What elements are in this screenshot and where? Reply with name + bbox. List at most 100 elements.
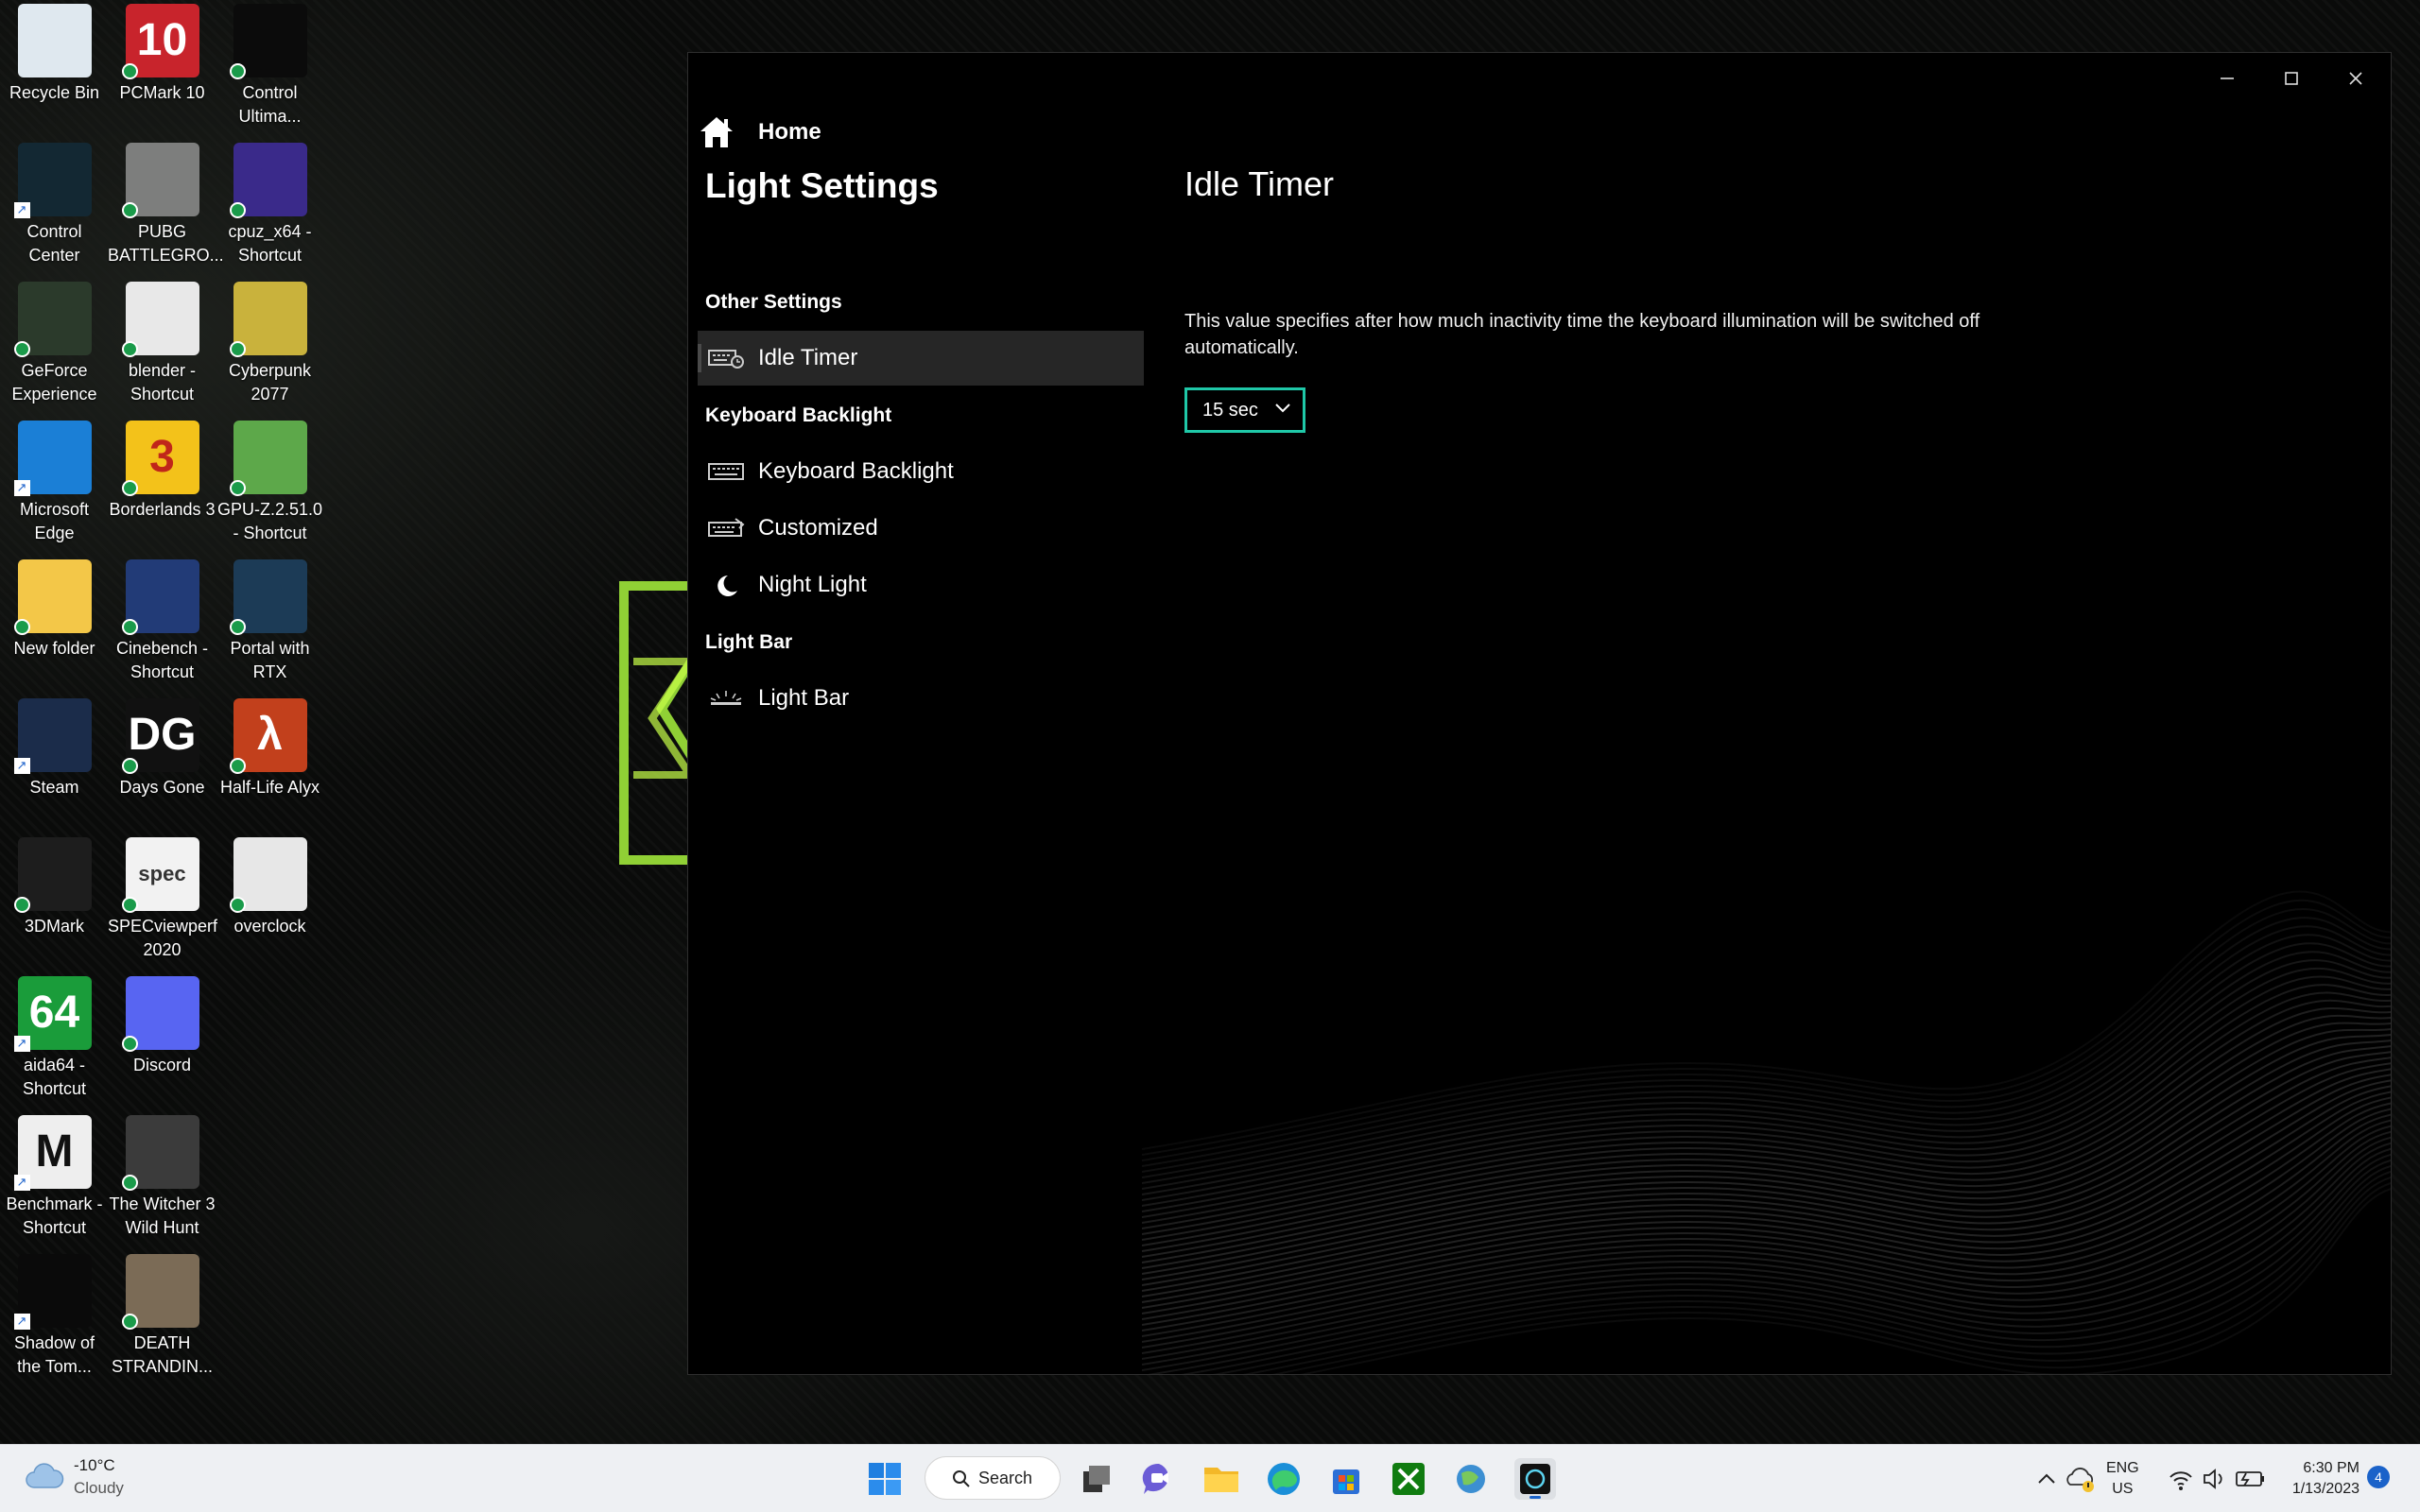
nav-item-customized[interactable]: Customized [698,501,1144,556]
desktop-shortcut-label: Shadow of the Tom... [13,1333,95,1376]
onedrive-tray-button[interactable] [2065,1462,2097,1496]
desktop-shortcut[interactable]: ↗ Control Center [0,139,109,267]
desktop-shortcut[interactable]: DEATH STRANDIN... [108,1250,216,1379]
desktop-shortcut[interactable]: spec SPECviewperf 2020 [108,833,217,962]
nav-item-keyboard-backlight[interactable]: Keyboard Backlight [698,444,1144,499]
game-app-button[interactable] [1450,1458,1492,1500]
desktop-shortcut[interactable]: DG Days Gone [108,695,216,799]
nav-item-light-bar[interactable]: Light Bar [698,671,1144,726]
nav-item-label: Light Bar [758,685,850,711]
desktop-shortcut[interactable]: λ Half-Life Alyx [216,695,324,799]
desktop-shortcut[interactable]: 64 ↗ aida64 - Shortcut [0,972,109,1101]
quick-settings-button[interactable] [2167,1462,2271,1496]
store-button[interactable] [1325,1458,1367,1500]
desktop-shortcut-label: Control Ultima... [238,83,302,126]
xbox-button[interactable] [1388,1458,1429,1500]
desktop-shortcut[interactable]: PUBG BATTLEGRO... [108,139,224,267]
desktop-shortcut[interactable]: GeForce Experience [0,278,109,406]
discord-icon [121,976,199,1052]
desktop-shortcut[interactable]: The Witcher 3 Wild Hunt [108,1111,216,1240]
shortcut-arrow-icon: ↗ [13,480,30,496]
blender-icon [121,282,199,357]
desktop-shortcut-label: Microsoft Edge [19,500,89,542]
portal-icon [229,559,307,635]
network-volume-battery-icons [2169,1469,2264,1490]
desktop-shortcut[interactable]: 3 Borderlands 3 [108,417,216,522]
page-title: Light Settings [705,166,939,205]
benchmark-icon: M ↗ [13,1115,92,1191]
windows-logo-icon [869,1463,901,1495]
close-icon [2349,72,2362,85]
sync-check-icon [121,341,138,357]
maximize-button[interactable] [2263,64,2320,98]
desktop-shortcut[interactable]: New folder [0,556,109,661]
desktop-shortcut-label: Cinebench - Shortcut [115,639,209,681]
clock[interactable]: 6:30 PM 1/13/2023 [2269,1458,2360,1512]
desktop-shortcut[interactable]: ↗ Steam [0,695,109,799]
battery-icon [2236,1471,2264,1486]
close-button[interactable] [2327,64,2384,98]
specviewperf-icon: spec [121,837,199,913]
show-hidden-icons-button[interactable] [2032,1462,2061,1496]
desktop-shortcut-label: Control Center [26,222,82,265]
minimize-icon [2221,77,2234,79]
desktop-shortcut-label: aida64 - Shortcut [22,1056,87,1098]
content-title: Idle Timer [1184,164,1335,203]
desktop-shortcut[interactable]: Cinebench - Shortcut [108,556,216,684]
desktop-shortcut-label: Borderlands 3 [109,500,216,519]
language-indicator[interactable]: ENG US [2106,1458,2139,1512]
keyboard-icon [708,463,744,480]
desktop-shortcut[interactable]: blender - Shortcut [108,278,216,406]
desktop-shortcut[interactable]: ↗ Microsoft Edge [0,417,109,545]
control-center-taskbar-button[interactable] [1514,1458,1556,1500]
keyboard-timer-icon [708,350,744,369]
desktop-shortcut[interactable]: Recycle Bin [0,0,109,105]
nav-item-label: Keyboard Backlight [758,458,954,484]
start-button[interactable] [864,1458,906,1500]
desktop-shortcut-label: cpuz_x64 - Shortcut [228,222,312,265]
minimize-button[interactable] [2199,64,2256,98]
pubg-icon [121,143,199,218]
desktop-shortcut[interactable]: ↗ Shadow of the Tom... [0,1250,109,1379]
desktop-shortcut[interactable]: 3DMark [0,833,109,938]
edge-icon [1268,1463,1300,1495]
chat-button[interactable] [1138,1458,1180,1500]
wave-line [1142,984,2391,1212]
desktop-shortcut[interactable]: Portal with RTX [216,556,324,684]
sync-check-icon [121,758,138,774]
desktop-shortcut-label: Discord [132,1056,191,1074]
desktop-shortcut[interactable]: Control Ultima... [216,0,324,129]
sync-check-icon [229,619,246,635]
taskbar-search[interactable]: Search [925,1456,1061,1500]
idle-timer-dropdown[interactable]: 15 sec [1184,387,1305,433]
home-nav-button[interactable]: Home [698,112,821,153]
desktop-shortcut-label: Half-Life Alyx [219,778,320,797]
desktop-shortcut[interactable]: GPU-Z.2.51.0 - Shortcut [216,417,324,545]
weather-widget[interactable]: -10°C Cloudy [25,1454,124,1500]
desktop-shortcut[interactable]: overclock [216,833,324,938]
desktop-shortcut[interactable]: Discord [108,972,216,1077]
task-view-button[interactable] [1076,1458,1117,1500]
home-label: Home [758,119,821,145]
cyberpunk-icon [229,282,307,357]
wave-background-decoration [1142,890,2391,1374]
desktop-shortcut[interactable]: Cyberpunk 2077 [216,278,324,406]
nav-item-night-light[interactable]: Night Light [698,558,1144,612]
file-explorer-button[interactable] [1201,1458,1242,1500]
notification-badge[interactable]: 4 [2367,1466,2390,1488]
desktop-shortcut[interactable]: M ↗ Benchmark - Shortcut [0,1111,109,1240]
edge-button[interactable] [1263,1458,1305,1500]
desktop-shortcut-label: Cyberpunk 2077 [228,361,312,404]
wave-line [1142,951,2391,1190]
nav-item-idle-timer[interactable]: Idle Timer [698,331,1144,386]
desktop-shortcut-label: PCMark 10 [119,83,205,102]
desktop-shortcut-label: PUBG BATTLEGRO... [108,222,224,265]
desktop-shortcut[interactable]: 10 PCMark 10 [108,0,216,105]
desktop-shortcut-label: GeForce Experience [11,361,97,404]
cinebench-icon [121,559,199,635]
wave-line [1181,1164,2391,1374]
desktop-shortcut[interactable]: cpuz_x64 - Shortcut [216,139,324,267]
sync-check-icon [121,897,138,913]
pcmark-icon: 10 [121,4,199,79]
control-center-icon: ↗ [13,143,92,218]
